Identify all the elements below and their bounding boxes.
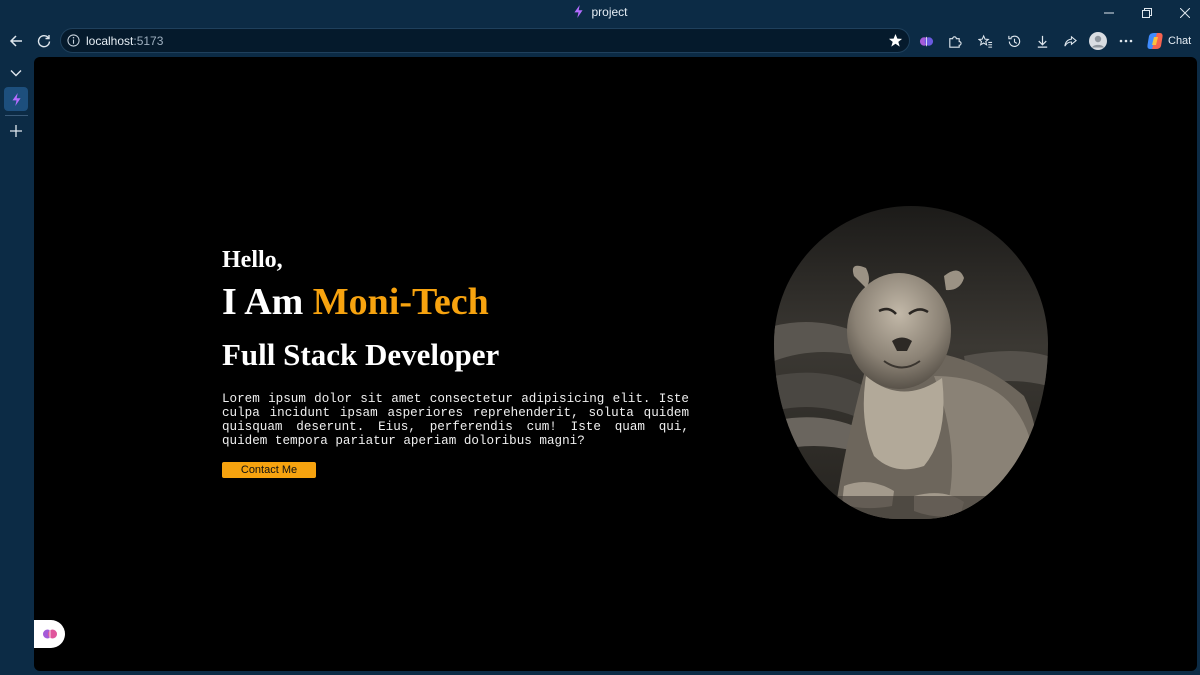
vertical-tab-strip [0, 56, 33, 675]
favorites-icon [977, 34, 992, 48]
window-title-text: project [591, 5, 628, 19]
back-icon [9, 35, 22, 47]
developer-name: Moni-Tech [312, 281, 489, 323]
hero-description: Lorem ipsum dolor sit amet consectetur a… [222, 392, 689, 448]
profile-button[interactable] [1086, 29, 1110, 53]
close-icon [1180, 8, 1190, 18]
chat-label: Chat [1168, 35, 1192, 47]
more-button[interactable] [1114, 29, 1138, 53]
tab-divider [5, 115, 28, 116]
plus-icon [10, 125, 22, 137]
profile-icon [1089, 32, 1107, 50]
new-tab-button[interactable] [4, 119, 28, 143]
tab-actions-button[interactable] [4, 61, 28, 85]
minimize-icon [1104, 12, 1114, 14]
chevron-down-icon [10, 70, 22, 77]
tab-project[interactable] [4, 87, 28, 111]
greeting: Hello, [222, 247, 283, 273]
url-host: localhost [86, 34, 134, 48]
brain-extension-icon [42, 629, 57, 639]
url-port: :5173 [133, 34, 164, 48]
brain-extension-icon [919, 36, 933, 46]
window-title: project [0, 5, 1200, 21]
restore-icon [1142, 8, 1152, 18]
restore-button[interactable] [1128, 0, 1166, 26]
intro-heading: I Am Moni-Tech [222, 280, 489, 324]
back-button[interactable] [4, 29, 28, 53]
download-icon [1037, 35, 1047, 48]
favorites-button[interactable] [973, 29, 997, 53]
brain-extension-button[interactable] [914, 29, 938, 53]
minimize-button[interactable] [1090, 0, 1128, 26]
history-button[interactable] [1002, 29, 1026, 53]
lioness-photo [774, 206, 1048, 519]
share-icon [1063, 35, 1077, 46]
role-title: Full Stack Developer [222, 337, 500, 372]
browser-toolbar: localhost:5173 Chat [0, 26, 1200, 56]
refresh-button[interactable] [32, 29, 56, 53]
contact-me-button[interactable]: Contact Me [222, 462, 316, 478]
more-icon [1119, 39, 1133, 43]
address-bar[interactable]: localhost:5173 [60, 28, 910, 53]
extensions-icon [948, 35, 962, 48]
title-bar: project [0, 0, 1200, 26]
intro-prefix: I Am [222, 281, 313, 323]
copilot-icon [1147, 33, 1163, 49]
vite-logo-icon [11, 92, 21, 106]
star-icon[interactable] [888, 33, 903, 53]
copilot-chat-button[interactable]: Chat [1142, 29, 1196, 53]
share-button[interactable] [1058, 29, 1082, 53]
close-button[interactable] [1166, 0, 1200, 26]
info-icon[interactable] [67, 34, 80, 52]
copilot-sidebar-button[interactable] [34, 620, 65, 648]
vite-logo-icon [572, 5, 585, 21]
download-button[interactable] [1030, 29, 1054, 53]
refresh-icon [37, 35, 51, 48]
page-viewport: Hello, I Am Moni-Tech Full Stack Develop… [34, 57, 1197, 671]
url-text[interactable]: localhost:5173 [86, 34, 163, 48]
history-icon [1007, 35, 1020, 47]
extensions-button[interactable] [942, 29, 966, 53]
